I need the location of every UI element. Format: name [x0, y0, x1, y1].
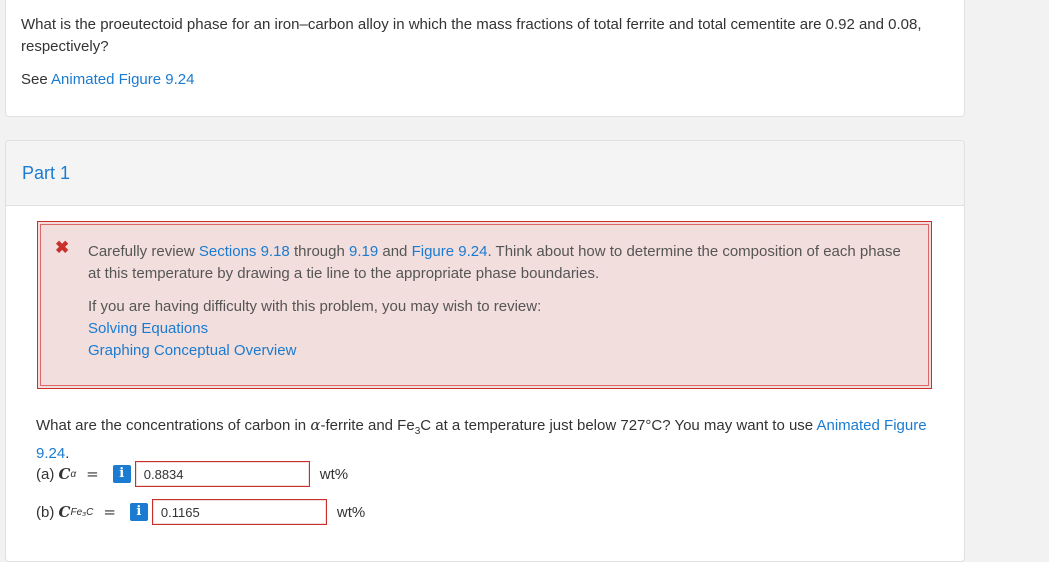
feedback-text: and: [382, 243, 408, 260]
unit-label: wt%: [319, 465, 349, 483]
subq-text: -ferrite and Fe: [320, 417, 415, 434]
subscript: Fe₃C: [70, 506, 94, 518]
see-prefix: See: [21, 71, 48, 88]
info-icon[interactable]: i: [112, 465, 131, 483]
feedback-box: ✖ Carefully review Sections 9.18 through…: [37, 221, 932, 389]
feedback-text: through: [293, 243, 345, 260]
feedback-text: Carefully review: [88, 243, 195, 260]
unit-label: wt%: [336, 503, 366, 521]
equals: =: [86, 465, 99, 483]
answer-row-a: (a) Cα = i wt%: [36, 461, 348, 487]
question-text: What is the proeutectoid phase for an ir…: [21, 16, 922, 55]
equals: =: [103, 503, 116, 521]
answer-input-a[interactable]: [134, 461, 310, 487]
subquestion-text: What are the concentrations of carbon in…: [36, 414, 936, 465]
review-link-solving-equations[interactable]: Solving Equations: [88, 318, 541, 340]
subq-text: .: [65, 445, 70, 462]
part-header: Part 1: [6, 141, 964, 206]
animated-figure-link[interactable]: Animated Figure 9.24: [51, 71, 194, 88]
info-icon[interactable]: i: [129, 503, 148, 521]
part-card: Part 1 ✖ Carefully review Sections 9.18 …: [5, 140, 965, 562]
answer-label: (a): [36, 465, 55, 483]
part-title[interactable]: Part 1: [22, 163, 70, 184]
feedback-message: Carefully review Sections 9.18 through 9…: [88, 241, 908, 285]
section-919-link[interactable]: 9.19: [349, 243, 378, 260]
review-section: If you are having difficulty with this p…: [88, 296, 541, 362]
answer-input-b[interactable]: [151, 499, 327, 525]
question-card: What is the proeutectoid phase for an ir…: [5, 0, 965, 117]
symbol: C: [58, 465, 71, 483]
answer-label: (b): [36, 503, 55, 521]
subq-text: C at a temperature just below 727°C? You…: [420, 417, 814, 434]
alpha-symbol: α: [310, 416, 321, 434]
see-line: See Animated Figure 9.24: [21, 69, 194, 91]
answer-row-b: (b) CFe₃C = i wt%: [36, 499, 365, 525]
subq-text: What are the concentrations of carbon in: [36, 417, 307, 434]
close-icon: ✖: [55, 238, 70, 257]
review-link-graphing[interactable]: Graphing Conceptual Overview: [88, 340, 541, 362]
subscript: α: [70, 468, 77, 480]
review-intro: If you are having difficulty with this p…: [88, 298, 542, 315]
symbol: C: [58, 503, 71, 521]
figure-link[interactable]: Figure 9.24: [412, 243, 488, 260]
sections-link[interactable]: Sections 9.18: [199, 243, 290, 260]
